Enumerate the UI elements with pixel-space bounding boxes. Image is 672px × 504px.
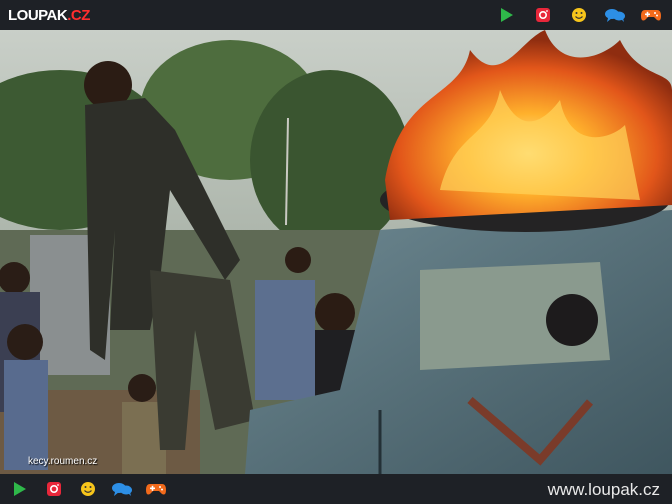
smiley-icon[interactable] bbox=[568, 4, 590, 26]
play-icon[interactable] bbox=[496, 4, 518, 26]
photo-watermark: kecy.roumen.cz bbox=[28, 456, 98, 467]
news-photo[interactable]: kecy.roumen.cz bbox=[0, 30, 672, 474]
play-icon[interactable] bbox=[9, 478, 31, 500]
logo-tld: .CZ bbox=[67, 6, 90, 24]
top-bar: LOUPAK .CZ bbox=[0, 0, 672, 30]
gamepad-icon[interactable] bbox=[640, 4, 662, 26]
site-url[interactable]: www.loupak.cz bbox=[548, 480, 660, 500]
instagram-icon[interactable] bbox=[532, 4, 554, 26]
photo-illustration bbox=[0, 30, 672, 474]
instagram-icon[interactable] bbox=[43, 478, 65, 500]
site-logo[interactable]: LOUPAK .CZ bbox=[8, 7, 90, 24]
top-icons bbox=[496, 0, 662, 30]
chat-icon[interactable] bbox=[111, 478, 133, 500]
chat-icon[interactable] bbox=[604, 4, 626, 26]
gamepad-icon[interactable] bbox=[145, 478, 167, 500]
bottom-icons bbox=[9, 478, 167, 500]
logo-text: LOUPAK bbox=[8, 6, 68, 24]
smiley-icon[interactable] bbox=[77, 478, 99, 500]
